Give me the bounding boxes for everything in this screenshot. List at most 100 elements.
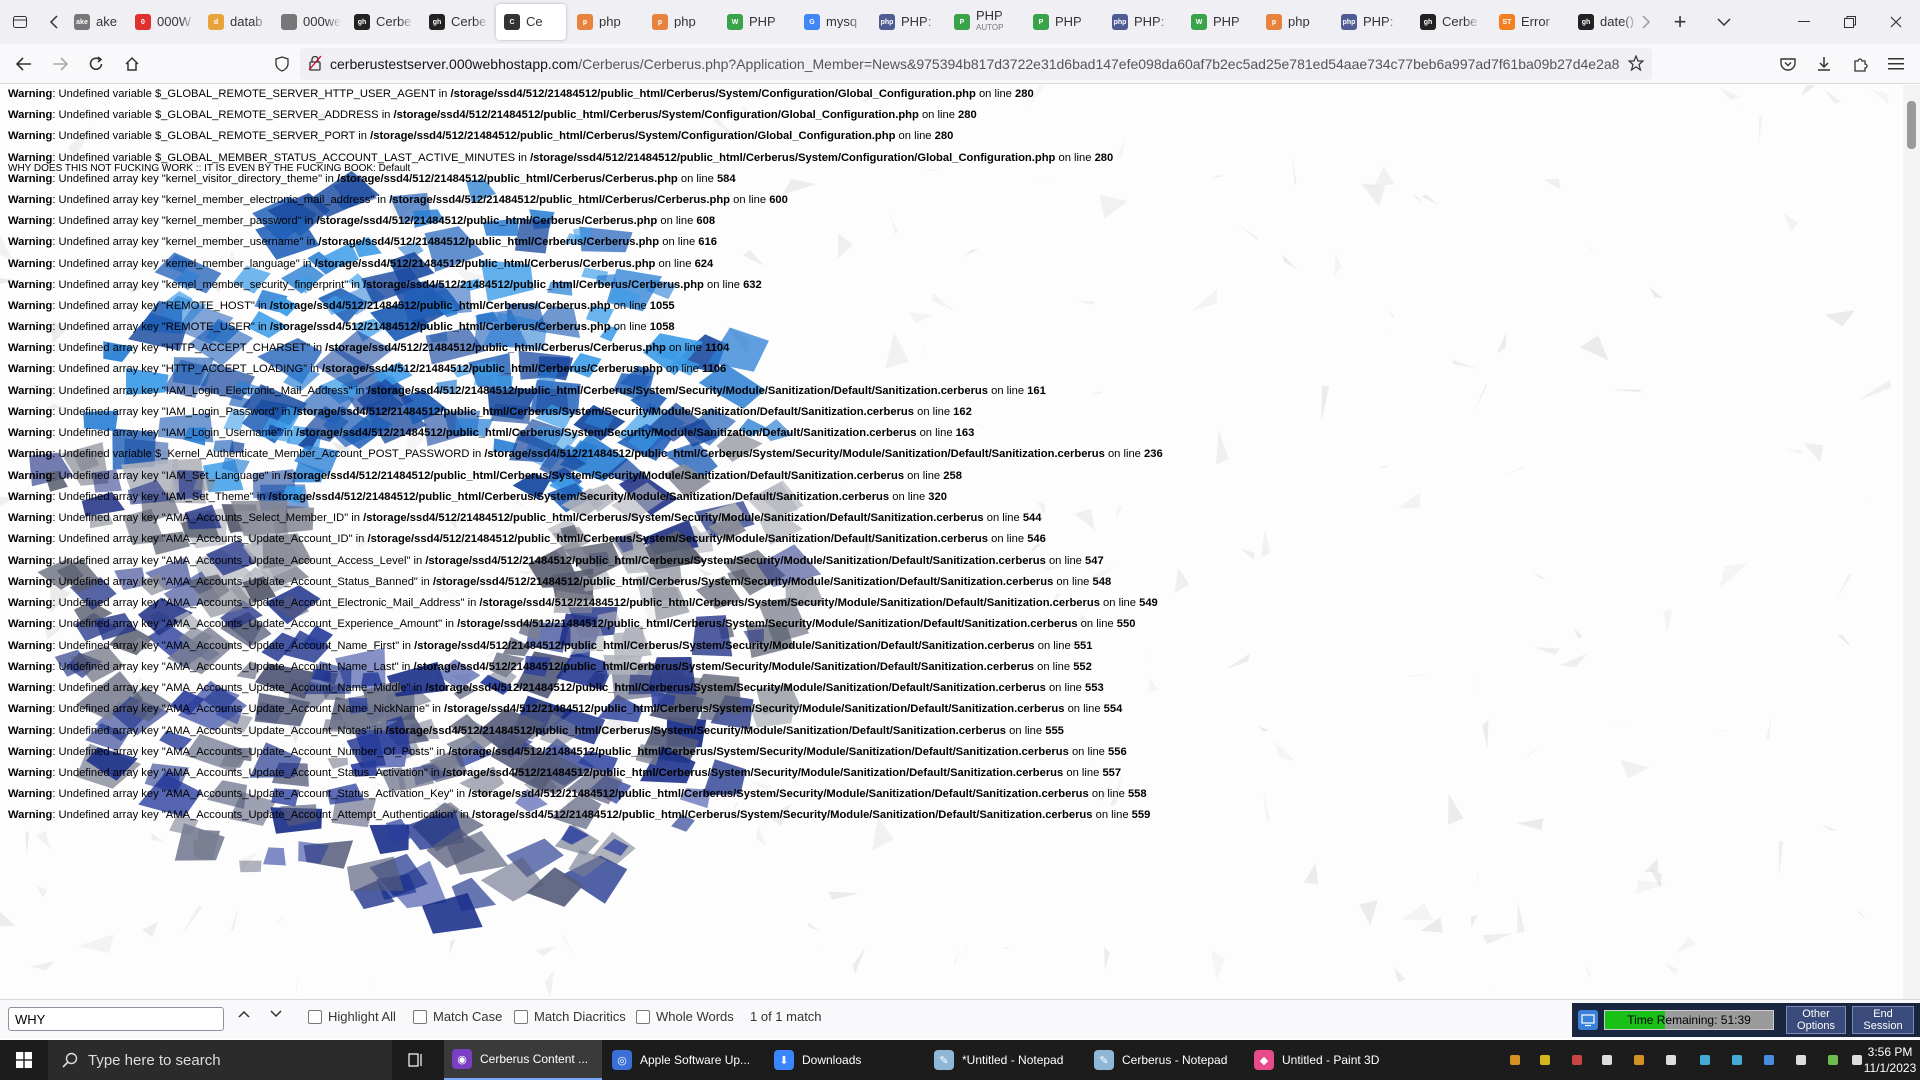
- pocket-icon[interactable]: [1770, 48, 1806, 80]
- browser-tab[interactable]: 0 000W: [127, 4, 197, 40]
- browser-tab[interactable]: php PHP:: [1333, 4, 1409, 40]
- find-input[interactable]: [8, 1007, 224, 1031]
- tab-favicon-icon: C: [504, 14, 520, 30]
- warning-prefix: Warning: [8, 363, 53, 375]
- home-icon[interactable]: [114, 48, 150, 80]
- taskbar-app-button[interactable]: ◎ Apple Software Up...: [604, 1040, 764, 1080]
- tray-shield-icon[interactable]: [1536, 1051, 1554, 1069]
- tray-windows-icon[interactable]: [1662, 1051, 1680, 1069]
- warning-on-line: on line: [892, 491, 926, 503]
- browser-tab[interactable]: p php: [569, 4, 641, 40]
- browser-tab[interactable]: CCe✕: [496, 4, 566, 40]
- warning-file-path: /storage/ssd4/512/21484512/public_html/C…: [479, 597, 1100, 609]
- back-icon[interactable]: [6, 48, 42, 80]
- tray-app-icon[interactable]: [1630, 1051, 1648, 1069]
- tray-volume-icon[interactable]: [1792, 1051, 1810, 1069]
- taskbar-app-button[interactable]: ◆ Untitled - Paint 3D: [1246, 1040, 1404, 1080]
- warning-message: : Undefined array key "kernel_member_use…: [52, 236, 319, 248]
- browser-tab[interactable]: P PHP: [1025, 4, 1101, 40]
- whole-words-checkbox[interactable]: Whole Words: [636, 1009, 734, 1024]
- task-view-icon[interactable]: [402, 1050, 430, 1070]
- warning-prefix: Warning: [8, 109, 53, 121]
- address-bar[interactable]: cerberustestserver.000webhostapp.com/Cer…: [300, 48, 1652, 80]
- browser-tab[interactable]: gh Cerbe: [421, 4, 493, 40]
- page-scrollbar-thumb[interactable]: [1907, 101, 1916, 149]
- match-diacritics-checkbox[interactable]: Match Diacritics: [514, 1009, 626, 1024]
- taskbar-app-button[interactable]: ✎ *Untitled - Notepad: [926, 1040, 1084, 1080]
- tab-favicon-icon: gh: [429, 14, 445, 30]
- end-session-button[interactable]: End Session: [1852, 1006, 1914, 1034]
- warning-message: : Undefined variable $_Kernel_Authentica…: [52, 448, 485, 460]
- warning-message: : Undefined array key "AMA_Accounts_Upda…: [52, 618, 458, 630]
- tray-app-icon[interactable]: [1506, 1051, 1524, 1069]
- warning-line-number: 320: [928, 491, 947, 503]
- warning-line: Warning: Undefined array key "AMA_Accoun…: [8, 618, 1135, 631]
- taskbar-app-button[interactable]: ✎ Cerberus - Notepad: [1086, 1040, 1244, 1080]
- warning-line: Warning: Undefined array key "AMA_Accoun…: [8, 533, 1046, 546]
- taskbar-app-button[interactable]: ◉ Cerberus Content ...: [444, 1040, 602, 1080]
- url-path: /Cerberus/Cerberus.php?Application_Membe…: [578, 56, 1620, 72]
- browser-tab[interactable]: p php: [1258, 4, 1330, 40]
- checkbox-box[interactable]: [514, 1009, 528, 1024]
- tab-favicon-icon: 0: [135, 14, 151, 30]
- extensions-icon[interactable]: [1842, 48, 1878, 80]
- reload-icon[interactable]: [78, 48, 114, 80]
- scroll-tabs-left-icon[interactable]: [42, 4, 66, 40]
- tray-bluetooth-icon[interactable]: [1760, 1051, 1778, 1069]
- warning-on-line: on line: [1107, 448, 1141, 460]
- app-menu-icon[interactable]: [1878, 48, 1914, 80]
- tab-list-icon[interactable]: [2, 4, 38, 40]
- browser-tab[interactable]: p php: [644, 4, 716, 40]
- tray-battery-icon[interactable]: [1824, 1051, 1842, 1069]
- taskbar-clock[interactable]: 3:56 PM 11/1/2023: [1862, 1044, 1918, 1076]
- highlight-all-checkbox[interactable]: Highlight All: [308, 1009, 396, 1024]
- warning-line-number: 547: [1085, 555, 1104, 567]
- restore-window-icon[interactable]: [1832, 4, 1868, 40]
- new-tab-button[interactable]: +: [1662, 4, 1698, 40]
- browser-tab[interactable]: ake ake: [66, 4, 124, 40]
- page-scrollbar[interactable]: [1903, 85, 1920, 999]
- find-next-button[interactable]: [270, 1010, 282, 1018]
- warning-line: Warning: Undefined array key "AMA_Accoun…: [8, 746, 1127, 759]
- start-button[interactable]: [0, 1040, 48, 1080]
- find-previous-button[interactable]: [238, 1010, 250, 1018]
- tray-display-icon[interactable]: [1696, 1051, 1714, 1069]
- minimize-window-icon[interactable]: [1786, 4, 1822, 40]
- tray-network-icon[interactable]: [1598, 1051, 1616, 1069]
- browser-tab[interactable]: gh Cerbe: [1412, 4, 1488, 40]
- bookmark-star-icon[interactable]: [1627, 53, 1645, 74]
- checkbox-box[interactable]: [636, 1009, 650, 1024]
- taskbar-app-button[interactable]: ⬇ Downloads: [766, 1040, 924, 1080]
- match-case-checkbox[interactable]: Match Case: [413, 1009, 502, 1024]
- browser-tab[interactable]: d datab: [200, 4, 270, 40]
- tray-cloud-icon[interactable]: [1728, 1051, 1746, 1069]
- browser-tab[interactable]: php PHP:: [1104, 4, 1180, 40]
- browser-tab[interactable]: 000webho: [273, 4, 343, 40]
- warning-file-path: /storage/ssd4/512/21484512/public_html/C…: [363, 512, 984, 524]
- list-all-tabs-icon[interactable]: [1706, 4, 1742, 40]
- browser-tab[interactable]: gh Cerbe: [346, 4, 418, 40]
- taskbar-app-icon: ⬇: [774, 1050, 794, 1070]
- browser-tab[interactable]: ST Error: [1491, 4, 1567, 40]
- taskbar-app-icon: ✎: [1094, 1050, 1114, 1070]
- scroll-tabs-right-icon[interactable]: [1634, 4, 1658, 40]
- tracking-protection-shield-icon[interactable]: [264, 48, 300, 80]
- insecure-lock-icon[interactable]: [308, 55, 322, 74]
- browser-tab[interactable]: php PHP:: [871, 4, 943, 40]
- warning-on-line: on line: [665, 363, 699, 375]
- warning-line-number: 555: [1045, 725, 1064, 737]
- checkbox-box[interactable]: [413, 1009, 427, 1024]
- warning-prefix: Warning: [8, 533, 53, 545]
- other-options-button[interactable]: Other Options: [1786, 1006, 1846, 1034]
- browser-tab[interactable]: Gmysq: [796, 4, 868, 40]
- checkbox-box[interactable]: [308, 1009, 322, 1024]
- tray-gear-icon[interactable]: [1568, 1051, 1586, 1069]
- warning-line-number: 608: [696, 215, 716, 227]
- forward-icon[interactable]: [42, 48, 78, 80]
- browser-tab[interactable]: W PHP: [1183, 4, 1255, 40]
- close-window-icon[interactable]: [1878, 4, 1914, 40]
- browser-tab[interactable]: W PHP: [719, 4, 793, 40]
- taskbar-search-box[interactable]: Type here to search: [48, 1040, 392, 1080]
- browser-tab[interactable]: P PHP AUTOP: [946, 4, 1022, 40]
- downloads-icon[interactable]: [1806, 48, 1842, 80]
